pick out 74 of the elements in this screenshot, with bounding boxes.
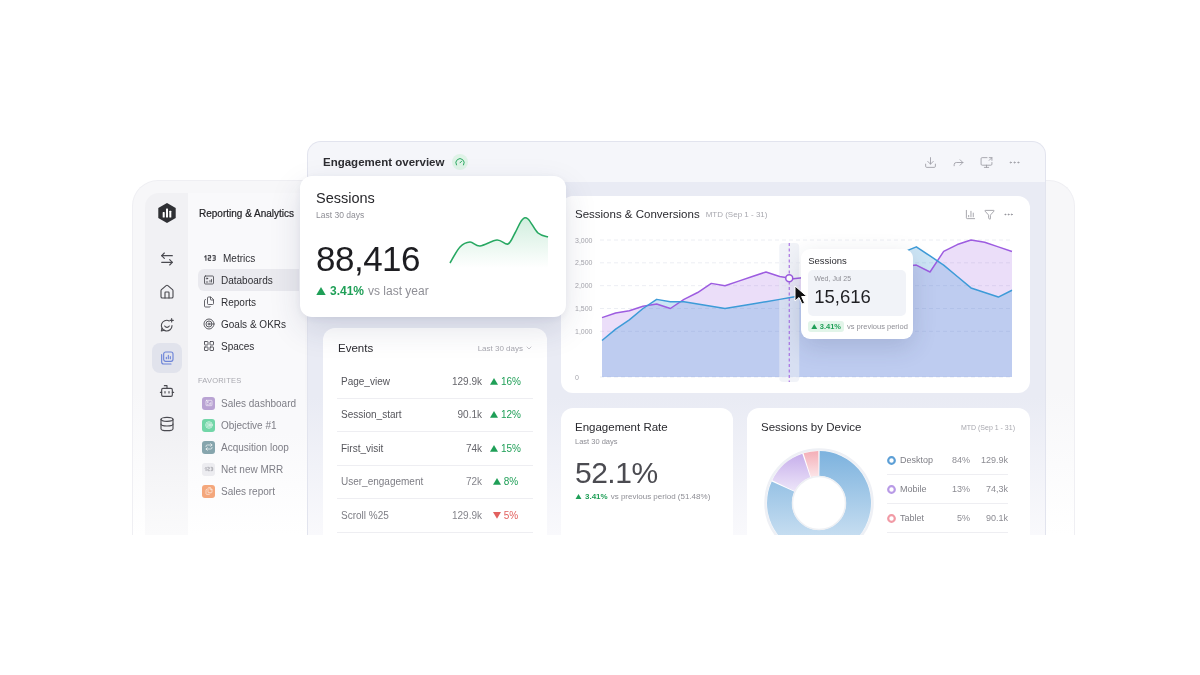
section-title: Reporting & Analytics xyxy=(198,207,295,221)
point-marker xyxy=(785,273,794,283)
card-title: Sessions xyxy=(316,189,375,207)
legend-share: 5% xyxy=(957,513,970,523)
metric-value: 88,416 xyxy=(316,239,421,279)
legend-share: 13% xyxy=(952,484,970,494)
screen-share-icon xyxy=(979,155,993,169)
event-count: 72k xyxy=(465,476,482,488)
event-count: 90.1k xyxy=(457,409,482,421)
nav-item[interactable]: Metrics xyxy=(198,247,299,269)
page-title: Engagement overview xyxy=(323,156,445,168)
legend-label: Desktop xyxy=(900,455,935,465)
chart-cards-icon xyxy=(158,350,175,366)
target-icon xyxy=(203,318,215,330)
favorite-item[interactable]: Objective #1 xyxy=(198,414,299,436)
legend-label: Tablet xyxy=(900,513,926,523)
chevron-down-icon xyxy=(525,344,533,352)
legend-share: 84% xyxy=(952,455,970,465)
legend-value: 74,3k xyxy=(984,484,1008,494)
nav-item[interactable]: Reports xyxy=(198,291,299,313)
event-count: 129.9k xyxy=(451,509,482,521)
dashboard-icon xyxy=(203,274,215,286)
change-value: 3.41% xyxy=(585,492,608,501)
event-count: 129.9k xyxy=(451,375,482,387)
comparison-text: vs previous period (51.48%) xyxy=(610,492,711,501)
download-button[interactable] xyxy=(922,154,938,170)
event-name: Page_view xyxy=(341,375,391,387)
change-value: 15% xyxy=(501,442,521,454)
chart-type-button[interactable] xyxy=(964,208,976,220)
event-name: Scroll %25 xyxy=(341,509,390,521)
home-icon xyxy=(158,284,175,300)
bot-icon xyxy=(158,383,175,399)
filter-button[interactable] xyxy=(983,208,995,220)
card-title: Engagement Rate xyxy=(575,420,669,434)
logo-icon xyxy=(155,202,178,224)
filter-icon xyxy=(983,208,995,220)
card-title: Sessions by Device xyxy=(761,421,862,433)
change-value: 16% xyxy=(501,375,521,387)
legend-value: 90.1k xyxy=(984,513,1008,523)
legend-value: 129.9k xyxy=(979,455,1008,465)
comparison-text: vs last year xyxy=(368,284,429,298)
favorite-item[interactable]: Net new MRR xyxy=(198,458,299,480)
legend-label: Mobile xyxy=(900,484,928,494)
favorite-item[interactable]: Sales report xyxy=(198,480,299,502)
change-value: 8% xyxy=(503,476,519,488)
gauge-icon xyxy=(452,154,469,170)
download-icon xyxy=(923,155,937,169)
chat-sparkle-icon xyxy=(158,317,175,333)
event-name: First_visit xyxy=(341,442,385,454)
period-label: MTD (Sep 1 - 31) xyxy=(705,209,768,219)
documents-icon xyxy=(203,296,215,308)
favorite-item[interactable]: Sales dashboard xyxy=(198,392,299,414)
card-title: Events xyxy=(338,342,374,354)
bar-chart-icon xyxy=(964,208,976,220)
nav-item[interactable]: Databoards xyxy=(198,269,299,291)
period-label: Last 30 days xyxy=(316,209,365,221)
change-value: 3.41% xyxy=(330,284,365,298)
event-count: 74k xyxy=(465,442,482,454)
card-title: Sessions & Conversions xyxy=(575,208,700,220)
arrows-icon xyxy=(158,251,175,267)
database-icon xyxy=(158,416,175,432)
metric-value: 52.1% xyxy=(575,455,659,491)
tooltip-value: 15,616 xyxy=(814,285,872,309)
nav-item[interactable]: Goals & OKRs xyxy=(198,313,299,335)
present-button[interactable] xyxy=(978,154,994,170)
tooltip-title: Sessions xyxy=(808,255,848,267)
event-name: Session_start xyxy=(341,409,403,421)
nav-item[interactable]: Spaces xyxy=(198,335,299,357)
change-value: 5% xyxy=(503,509,519,521)
event-name: User_engagement xyxy=(341,476,425,488)
favorite-item[interactable]: Acqusition loop xyxy=(198,436,299,458)
period-dropdown[interactable]: Last 30 days xyxy=(477,343,533,353)
change-value: 12% xyxy=(501,409,521,421)
grid-icon xyxy=(203,340,215,352)
